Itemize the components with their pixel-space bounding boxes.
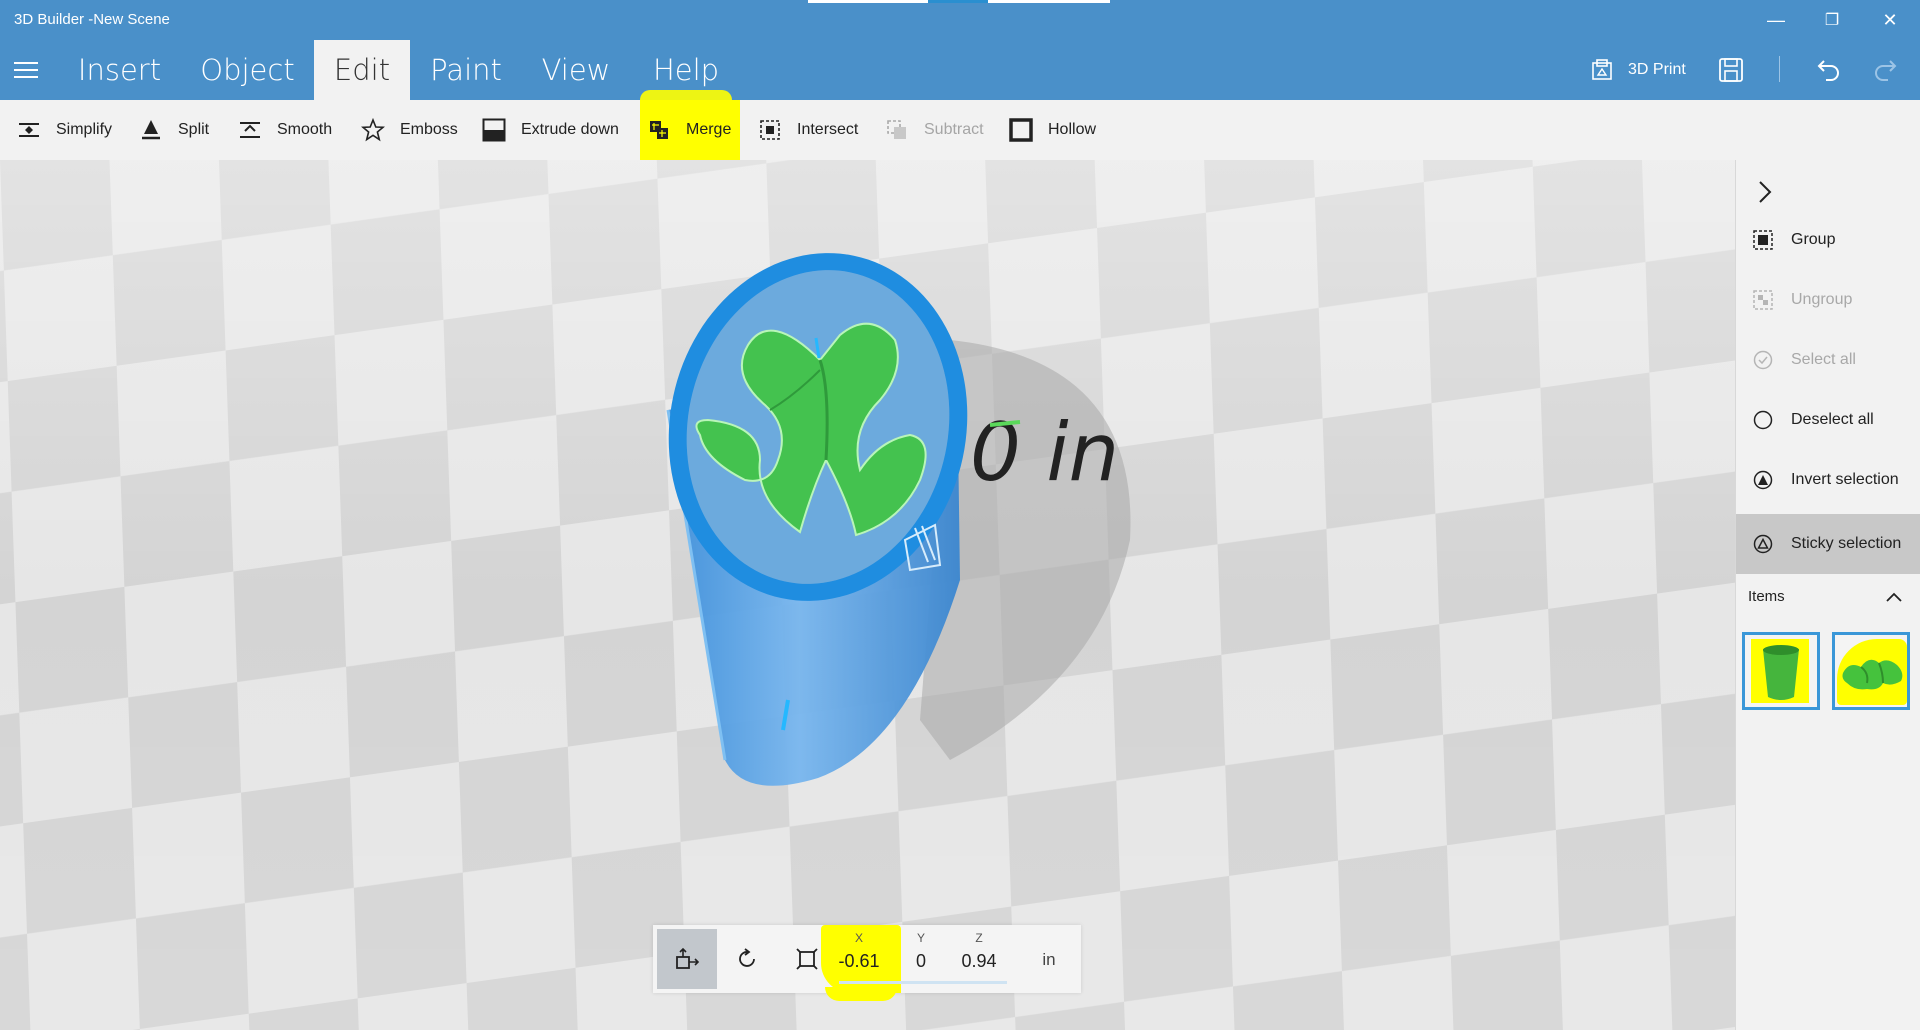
heart-thumbnail-icon (1842, 659, 1903, 690)
tab-paint[interactable]: Paint (420, 40, 512, 100)
hamburger-menu-icon[interactable] (14, 62, 38, 78)
undo-icon[interactable] (1816, 57, 1842, 83)
star-icon (360, 117, 386, 143)
ungroup-button[interactable]: Ungroup (1736, 272, 1920, 328)
tab-edit[interactable]: Edit (314, 40, 410, 100)
title-strip (808, 0, 928, 3)
invert-selection-icon (1751, 468, 1775, 492)
simplify-icon (16, 117, 42, 143)
x-value[interactable]: -0.61 (829, 951, 889, 972)
split-button[interactable]: Split (138, 100, 209, 160)
z-value[interactable]: 0.94 (949, 951, 1009, 972)
position-panel: X -0.61 Y 0 Z 0.94 in (653, 925, 1081, 1001)
title-strip (988, 0, 1110, 3)
x-label: X (854, 931, 863, 945)
ungroup-icon (1751, 288, 1775, 312)
value-underline (839, 981, 1007, 984)
item-thumbnail-cylinder[interactable] (1742, 632, 1820, 710)
maximize-button[interactable]: ❐ (1804, 0, 1860, 40)
edit-toolbar: Simplify Split Smooth Emboss Extrude dow… (0, 100, 1920, 174)
simplify-button[interactable]: Simplify (16, 100, 112, 160)
select-all-label: Select all (1791, 351, 1856, 368)
extrude-down-label: Extrude down (521, 121, 619, 138)
help-highlight (640, 90, 732, 100)
y-value[interactable]: 0 (891, 951, 951, 972)
y-label: Y (916, 931, 925, 945)
menu-bar: Insert Object Edit Paint View Help 3D Pr… (0, 40, 1920, 100)
merge-button[interactable]: Merge (640, 100, 740, 160)
subtract-button[interactable]: Subtract (884, 100, 984, 160)
rotate-icon (739, 948, 755, 967)
merge-label: Merge (686, 121, 732, 138)
deselect-all-icon (1751, 408, 1775, 432)
3d-viewport[interactable]: 0 in (0, 160, 1735, 1030)
z-label: Z (975, 931, 983, 945)
group-label: Group (1791, 231, 1836, 248)
split-icon (138, 117, 164, 143)
group-icon (1751, 228, 1775, 252)
scale-icon (796, 948, 818, 970)
smooth-icon (237, 117, 263, 143)
selection-panel: Group Ungroup Select all Deselect all In… (1735, 160, 1920, 1030)
invert-selection-label: Invert selection (1791, 471, 1899, 488)
scene-canvas: 0 in (0, 160, 1735, 1030)
smooth-label: Smooth (277, 121, 333, 138)
3d-print-label: 3D Print (1628, 61, 1686, 78)
minimize-button[interactable]: — (1748, 0, 1804, 40)
tab-view[interactable]: View (532, 40, 620, 100)
simplify-label: Simplify (56, 121, 113, 138)
extrude-down-button[interactable]: Extrude down (481, 100, 619, 160)
intersect-button[interactable]: Intersect (757, 100, 858, 160)
emboss-button[interactable]: Emboss (360, 100, 458, 160)
intersect-label: Intersect (797, 121, 859, 138)
sticky-selection-label: Sticky selection (1791, 535, 1902, 552)
emboss-label: Emboss (400, 121, 458, 138)
save-icon[interactable] (1718, 57, 1744, 83)
hollow-icon (1008, 117, 1034, 143)
menu-separator (1779, 56, 1780, 82)
unit-selector[interactable]: in (1019, 925, 1079, 993)
deselect-all-label: Deselect all (1791, 411, 1874, 428)
select-all-button[interactable]: Select all (1736, 332, 1920, 388)
move-icon (676, 947, 700, 969)
select-all-icon (1751, 348, 1775, 372)
group-button[interactable]: Group (1736, 212, 1920, 268)
rotate-mode-button[interactable] (717, 929, 777, 989)
unit-label: in (1042, 950, 1056, 969)
subtract-label: Subtract (924, 121, 984, 138)
invert-selection-button[interactable]: Invert selection (1736, 452, 1920, 508)
chevron-up-icon[interactable] (1886, 592, 1902, 602)
hollow-label: Hollow (1048, 121, 1097, 138)
intersect-icon (757, 117, 783, 143)
hollow-button[interactable]: Hollow (1008, 100, 1096, 160)
tab-object[interactable]: Object (190, 40, 305, 100)
tab-insert[interactable]: Insert (62, 40, 177, 100)
move-mode-button[interactable] (657, 929, 717, 989)
3d-print-icon (1592, 59, 1612, 80)
split-label: Split (178, 121, 210, 138)
cylinder-thumbnail-icon (1763, 645, 1799, 700)
3d-print-button[interactable]: 3D Print (1590, 40, 1686, 100)
redo-icon[interactable] (1872, 57, 1898, 83)
subtract-icon (884, 117, 910, 143)
extrude-down-icon (481, 117, 507, 143)
close-button[interactable]: ✕ (1862, 0, 1918, 40)
title-bar: 3D Builder -New Scene — ❐ ✕ (0, 0, 1920, 40)
measurement-label: 0 in (970, 406, 1119, 499)
sticky-selection-button[interactable]: Sticky selection (1736, 514, 1920, 574)
sticky-selection-icon (1751, 532, 1775, 556)
deselect-all-button[interactable]: Deselect all (1736, 392, 1920, 448)
ungroup-label: Ungroup (1791, 291, 1853, 308)
item-thumbnail-heart[interactable] (1832, 632, 1910, 710)
chevron-right-icon[interactable] (1758, 180, 1772, 204)
merge-icon (646, 117, 672, 143)
window-title: 3D Builder -New Scene (14, 11, 170, 28)
smooth-button[interactable]: Smooth (237, 100, 332, 160)
items-header: Items (1748, 588, 1785, 605)
title-strip-accent (928, 0, 988, 3)
